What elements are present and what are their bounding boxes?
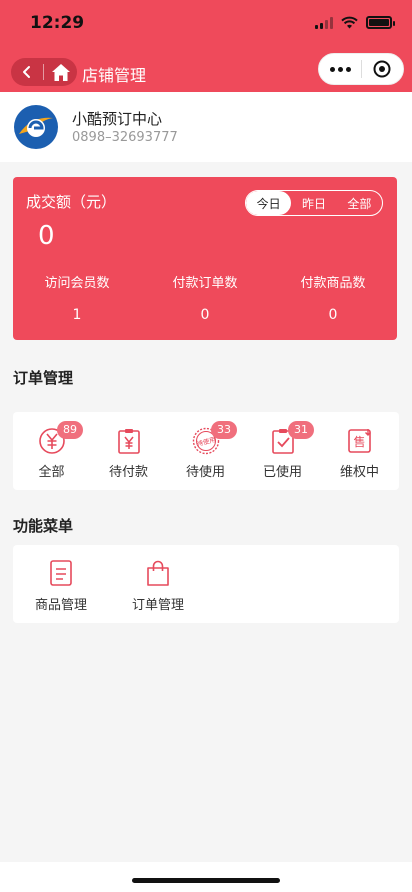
battery-icon	[366, 16, 395, 29]
metric-value: 0	[328, 307, 338, 323]
wifi-icon	[341, 16, 358, 29]
home-bar	[0, 862, 412, 892]
count-badge: 89	[57, 421, 83, 439]
after-sale-glyph: 售	[353, 434, 365, 449]
home-indicator[interactable]	[132, 878, 280, 883]
home-button[interactable]	[44, 58, 77, 86]
after-sale-icon: 售	[347, 429, 371, 453]
chevron-left-icon	[23, 66, 30, 78]
order-label: 待付款	[108, 465, 148, 480]
store-info: 小酷预订中心 0898–32693777	[0, 92, 412, 162]
store-logo	[14, 105, 58, 149]
more-dot	[337, 66, 343, 72]
tab-today[interactable]: 今日	[246, 191, 292, 215]
app-header: 12:29 店铺管理	[0, 0, 412, 92]
store-phone: 0898–32693777	[72, 130, 178, 145]
status-time: 12:29	[30, 13, 85, 33]
order-pending-payment[interactable]: 待付款	[90, 412, 167, 490]
tab-yesterday[interactable]: 昨日	[291, 191, 336, 215]
back-button[interactable]	[11, 58, 43, 86]
menu-label: 商品管理	[34, 598, 87, 613]
order-pending-use[interactable]: 待使用 待使用 33	[167, 412, 244, 490]
store-name: 小酷预订中心	[72, 110, 163, 128]
menu-label: 订单管理	[131, 598, 184, 613]
menu-product-management[interactable]: 商品管理	[11, 559, 111, 613]
close-button[interactable]	[362, 54, 403, 84]
metric-value: 0	[200, 307, 210, 323]
metric-label: 付款订单数	[172, 276, 238, 291]
document-list-icon	[50, 560, 72, 586]
nav-capsule-left	[11, 58, 77, 86]
count-badge: 31	[288, 421, 314, 439]
metrics-row: 访问会员数 1 付款订单数 0 付款商品数 0	[13, 272, 397, 323]
order-section-title: 订单管理	[13, 369, 74, 387]
status-icons	[315, 16, 395, 29]
stats-card: 成交额（元） 0 今日 昨日 全部 访问会员数 1 付款订单数 0 付款商品数 …	[13, 177, 397, 340]
function-menu: 商品管理 订单管理	[13, 545, 399, 623]
order-label: 维权中	[339, 465, 379, 480]
more-button[interactable]	[319, 54, 361, 84]
more-dot	[345, 66, 351, 72]
count-badge: 33	[211, 421, 237, 439]
order-label: 已使用	[262, 465, 302, 480]
turnover-label: 成交额（元）	[26, 193, 117, 211]
func-section-title: 功能菜单	[13, 517, 74, 535]
metric-label: 访问会员数	[44, 276, 110, 291]
metric-visitors: 访问会员数 1	[13, 272, 141, 323]
cellular-signal-icon	[315, 16, 333, 29]
home-icon	[51, 63, 70, 81]
order-used[interactable]: 已使用 31	[244, 412, 321, 490]
mini-program-capsule	[318, 53, 404, 85]
metric-value: 1	[72, 307, 82, 323]
metric-paid-goods: 付款商品数 0	[269, 272, 397, 323]
period-segmented-control: 今日 昨日 全部	[245, 190, 383, 216]
order-all[interactable]: 全部 89	[13, 412, 90, 490]
page-title: 店铺管理	[82, 66, 147, 85]
more-dot	[329, 66, 335, 72]
tab-all[interactable]: 全部	[337, 191, 382, 215]
metric-label: 付款商品数	[300, 276, 366, 291]
order-status-grid: 全部 89 待付款 待使用 待使用 33 已使用 31 售 维权中	[13, 412, 399, 490]
metric-paid-orders: 付款订单数 0	[141, 272, 269, 323]
payment-clipboard-icon	[117, 429, 140, 454]
order-after-sale[interactable]: 售 维权中	[321, 412, 398, 490]
shopping-bag-icon	[147, 560, 169, 586]
turnover-value: 0	[38, 221, 55, 251]
menu-order-management[interactable]: 订单管理	[108, 559, 208, 613]
target-close-icon	[373, 60, 391, 78]
order-label: 待使用	[185, 465, 225, 480]
order-label: 全部	[38, 465, 65, 480]
